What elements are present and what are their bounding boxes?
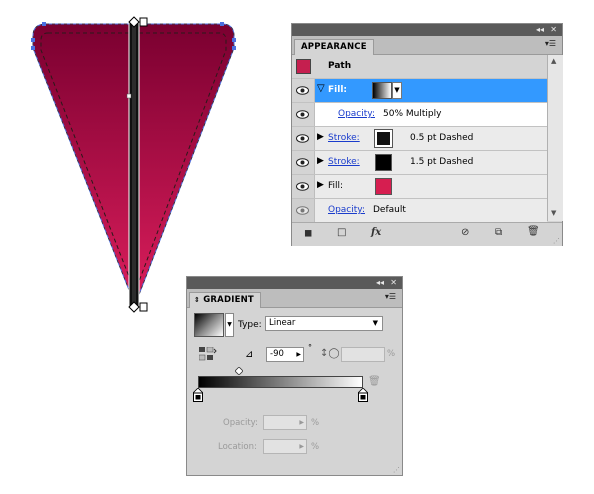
gradient-ramp[interactable]	[198, 376, 363, 388]
stroke-link[interactable]: Stroke:	[328, 157, 360, 167]
stop-opacity-input[interactable]: ▶	[263, 415, 307, 430]
opacity-percent: %	[311, 418, 320, 428]
collapse-icon[interactable]: ◂◂	[536, 24, 544, 36]
type-select[interactable]: Linear ▼	[265, 316, 383, 331]
type-label: Type:	[238, 320, 262, 330]
tab-appearance[interactable]: APPEARANCE	[294, 39, 374, 55]
panel-title-bar[interactable]: ◂◂ ✕	[187, 277, 402, 289]
add-stroke-icon[interactable]: ◼	[304, 228, 312, 239]
stroke-value: 1.5 pt Dashed	[410, 157, 474, 167]
tab-gradient-label: GRADIENT	[203, 295, 254, 305]
stop-location-label: Location:	[218, 442, 257, 452]
angle-icon: ⊿	[245, 349, 254, 360]
gradient-panel: ◂◂ ✕ ⇕ GRADIENT ▾☰ ▼ Type: Linear ▼ ⊿ -9…	[186, 276, 403, 476]
row-path[interactable]: Path	[292, 55, 547, 79]
type-select-value: Linear	[269, 318, 296, 328]
angle-value: -90	[270, 349, 284, 359]
collapse-icon[interactable]: ◂◂	[376, 277, 384, 289]
eye-icon[interactable]	[296, 86, 309, 95]
fill-label[interactable]: Fill:	[328, 85, 347, 95]
stepper-icon[interactable]: ▶	[299, 416, 304, 429]
row-fill-opacity[interactable]: Opacity: 50% Multiply	[292, 103, 547, 127]
panel-title-bar[interactable]: ◂◂ ✕	[292, 24, 562, 36]
visibility-toggle[interactable]	[292, 127, 315, 150]
reverse-gradient-icon[interactable]	[199, 347, 217, 361]
aspect-ratio-input[interactable]	[341, 347, 385, 362]
stepper-icon[interactable]: ▶	[299, 440, 304, 453]
appearance-panel: ◂◂ ✕ APPEARANCE ▾☰ Path ▽ Fill: ▼ Opacit…	[291, 23, 563, 246]
chevron-down-icon[interactable]: ▼	[373, 317, 378, 330]
row-stroke-1[interactable]: ▶ Stroke: 0.5 pt Dashed	[292, 127, 547, 151]
eye-icon[interactable]	[296, 206, 309, 215]
stroke-link[interactable]: Stroke:	[328, 133, 360, 143]
stroke-swatch[interactable]	[374, 129, 393, 148]
visibility-toggle[interactable]	[292, 199, 315, 222]
stop-location-input[interactable]: ▶	[263, 439, 307, 454]
location-percent: %	[311, 442, 320, 452]
midpoint-diamond-icon[interactable]	[235, 367, 243, 375]
resize-grip-icon[interactable]: ⋰	[393, 466, 400, 474]
trash-icon[interactable]: 🗑	[368, 376, 381, 387]
visibility-toggle[interactable]	[292, 103, 315, 126]
fill-gradient-swatch[interactable]	[372, 82, 392, 99]
opacity-value: Default	[373, 205, 406, 215]
visibility-toggle[interactable]	[292, 175, 315, 198]
eye-icon[interactable]	[296, 158, 309, 167]
scroll-down-arrow[interactable]: ▼	[551, 209, 556, 217]
scroll-up-arrow[interactable]: ▲	[551, 57, 556, 65]
expand-triangle-icon[interactable]: ▽	[317, 83, 325, 94]
stroke-value: 0.5 pt Dashed	[410, 133, 474, 143]
add-fill-icon[interactable]: □	[337, 227, 346, 238]
opacity-link[interactable]: Opacity:	[328, 205, 365, 215]
vertical-scrollbar[interactable]: ▲ ▼	[547, 55, 563, 221]
angle-input[interactable]: -90 ▶	[266, 347, 304, 362]
tab-strip: ⇕ GRADIENT ▾☰	[187, 289, 402, 308]
tab-gradient[interactable]: ⇕ GRADIENT	[189, 292, 261, 308]
panel-menu-icon[interactable]: ▾☰	[545, 39, 556, 48]
close-icon[interactable]: ✕	[550, 24, 557, 36]
eye-icon[interactable]	[296, 134, 309, 143]
degree-symbol: °	[308, 343, 312, 352]
fx-button[interactable]: fx	[371, 227, 381, 238]
gradient-stop-end[interactable]	[358, 388, 368, 402]
tab-arrows-icon: ⇕	[194, 296, 201, 304]
expand-triangle-icon[interactable]: ▶	[317, 132, 324, 142]
expand-triangle-icon[interactable]: ▶	[317, 180, 324, 190]
row-fill-selected[interactable]: ▽ Fill: ▼	[292, 79, 547, 103]
aspect-ratio-icon: ↕◯	[320, 348, 340, 359]
row-stroke-2[interactable]: ▶ Stroke: 1.5 pt Dashed	[292, 151, 547, 175]
appearance-list: Path ▽ Fill: ▼ Opacity: 50% Multiply ▶ S…	[292, 55, 547, 223]
gradient-annotator-midpoint[interactable]	[126, 93, 132, 99]
path-thumbnail	[296, 59, 311, 74]
angle-stepper-icon[interactable]: ▶	[296, 348, 301, 361]
duplicate-item-icon[interactable]: ⧉	[495, 227, 502, 238]
gradient-preview-dropdown[interactable]: ▼	[225, 313, 234, 337]
expand-triangle-icon[interactable]: ▶	[317, 156, 324, 166]
eye-icon[interactable]	[296, 182, 309, 191]
tab-strip: APPEARANCE ▾☰	[292, 36, 562, 55]
fill-color-swatch[interactable]	[375, 178, 392, 195]
row-object-opacity[interactable]: Opacity: Default	[292, 199, 547, 223]
panel-menu-icon[interactable]: ▾☰	[385, 292, 396, 301]
opacity-value: 50% Multiply	[383, 109, 442, 119]
swatch-dropdown-arrow[interactable]: ▼	[392, 82, 402, 99]
stroke-swatch[interactable]	[375, 154, 392, 171]
aspect-percent: %	[387, 349, 396, 359]
trash-icon[interactable]: 🗑	[527, 226, 540, 237]
eye-icon[interactable]	[296, 110, 309, 119]
appearance-toolbar: ◼ □ fx ⊘ ⧉ 🗑 ⋰	[292, 222, 562, 246]
gradient-preview-swatch[interactable]	[194, 313, 224, 337]
stop-opacity-label: Opacity:	[223, 418, 258, 428]
row-fill-2[interactable]: ▶ Fill:	[292, 175, 547, 199]
gradient-stop-start[interactable]	[193, 388, 203, 402]
fill-label[interactable]: Fill:	[328, 181, 343, 191]
visibility-toggle[interactable]	[292, 151, 315, 174]
clear-appearance-icon[interactable]: ⊘	[461, 227, 469, 238]
resize-grip-icon[interactable]: ⋰	[553, 237, 560, 245]
visibility-toggle[interactable]	[292, 79, 315, 102]
opacity-link[interactable]: Opacity:	[338, 109, 375, 119]
path-label: Path	[328, 61, 352, 71]
close-icon[interactable]: ✕	[390, 277, 397, 289]
